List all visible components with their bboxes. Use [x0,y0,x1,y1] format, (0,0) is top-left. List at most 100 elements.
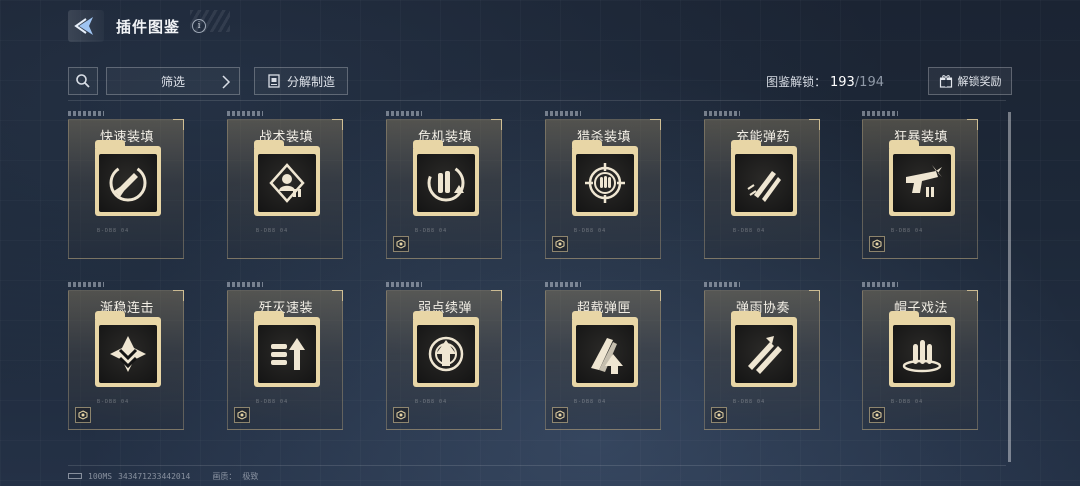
plugin-card[interactable]: 歼灭速装 B-DB8 04 [227,282,345,442]
crosshair-ammo-icon [576,154,634,212]
rank-badge-icon [869,407,885,423]
plugin-card[interactable]: 狂暴装填 B-DB8 04 [862,111,980,271]
card-frame: 超载弹匣 B-DB8 04 [545,290,661,430]
unlock-total: 194 [859,75,884,90]
toolbar: 筛选 分解制造 图鉴解锁： 193/194 解锁奖励 [68,67,1012,95]
chevron-right-icon [222,75,231,89]
plugin-name: 弹雨协奏 [735,301,790,316]
card-frame: 猎杀装填 B-DB8 04 [545,119,661,259]
rank-badge-icon [75,407,91,423]
scrollbar[interactable] [1008,112,1011,462]
plugin-card[interactable]: 帽子戏法 B-DB8 04 [862,282,980,442]
hat-trick-bullets-icon [893,325,951,383]
plugin-card[interactable]: 超载弹匣 B-DB8 04 [545,282,663,442]
plugin-card[interactable]: 危机装填 B-DB8 04 [386,111,504,271]
plugin-folder [95,140,161,216]
card-frame: 弹雨协奏 B-DB8 04 [704,290,820,430]
card-serial-decoration: B-DB8 04 [574,228,607,234]
unlock-reward-button[interactable]: 解锁奖励 [928,67,1012,95]
plugin-folder [889,140,955,216]
plugin-card[interactable]: 渐稳连击 B-DB8 04 [68,282,186,442]
card-serial-decoration: B-DB8 04 [891,399,924,405]
card-serial-decoration: B-DB8 04 [97,228,130,234]
card-frame: 帽子戏法 B-DB8 04 [862,290,978,430]
plugin-folder [572,311,638,387]
steady-combo-icon [99,325,157,383]
unlock-current: 193 [829,75,855,90]
card-frame: 快速装填 B-DB8 04 [68,119,184,259]
plugin-card[interactable]: 战术装填 B-DB8 04 [227,111,345,271]
card-frame: 战术装填 B-DB8 04 [227,119,343,259]
card-tag-decoration [386,111,422,116]
card-tag-decoration [704,111,740,116]
card-tag-decoration [862,111,898,116]
unlock-progress: 图鉴解锁： 193/194 [766,73,884,90]
page-header: 插件图鉴 i [68,10,207,42]
card-serial-decoration: B-DB8 04 [256,228,289,234]
card-tag-decoration [386,282,422,287]
card-serial-decoration: B-DB8 04 [574,399,607,405]
card-frame: 狂暴装填 B-DB8 04 [862,119,978,259]
weakpoint-target-icon [417,325,475,383]
plugin-name: 弱点续弹 [417,301,472,316]
card-tag-decoration [862,282,898,287]
plugin-card[interactable]: 弹雨协奏 B-DB8 04 [704,282,822,442]
rank-badge-icon [552,407,568,423]
unlock-label: 图鉴解锁： [766,75,827,89]
annihilate-bullets-icon [258,325,316,383]
rank-badge-icon [393,407,409,423]
plugin-name: 渐稳连击 [99,301,154,316]
plugin-name: 狂暴装填 [893,130,948,145]
rank-badge-icon [393,236,409,252]
plugin-folder [731,140,797,216]
rocket-reload-icon [99,154,157,212]
header-decoration [190,10,230,32]
plugin-name: 危机装填 [417,130,472,145]
quality-label: 画质： [212,471,237,481]
charged-bullets-icon [735,154,793,212]
back-button[interactable] [68,10,104,42]
scrollbar-thumb[interactable] [1008,112,1011,462]
plugin-card[interactable]: 快速装填 B-DB8 04 [68,111,186,271]
rank-badge-icon [869,236,885,252]
card-tag-decoration [545,111,581,116]
decompose-button[interactable]: 分解制造 [254,67,348,95]
reward-label: 解锁奖励 [957,75,1002,88]
plugin-name: 超载弹匣 [576,301,631,316]
quality-value: 极致 [242,471,259,481]
card-tag-decoration [227,111,263,116]
plugin-folder [254,311,320,387]
plugin-folder [95,311,161,387]
card-frame: 危机装填 B-DB8 04 [386,119,502,259]
plugin-card[interactable]: 弱点续弹 B-DB8 04 [386,282,504,442]
search-icon [76,74,90,88]
card-serial-decoration: B-DB8 04 [891,228,924,234]
filter-button[interactable]: 筛选 [106,67,240,95]
plugin-name: 快速装填 [99,130,154,145]
plugin-name: 帽子戏法 [893,301,948,316]
rank-badge-icon [552,236,568,252]
plugin-card[interactable]: 充能弹药 B-DB8 04 [704,111,822,271]
status-footer: 100MS 343471233442014 画质： 极致 [68,470,258,482]
ping-value: 100MS [88,471,113,481]
plugin-folder [254,140,320,216]
gift-icon [939,75,952,88]
page-title: 插件图鉴 [116,17,181,36]
card-serial-decoration: B-DB8 04 [415,399,448,405]
card-serial-decoration: B-DB8 04 [97,399,130,405]
search-button[interactable] [68,67,98,95]
card-frame: 渐稳连击 B-DB8 04 [68,290,184,430]
crisis-ammo-icon [417,154,475,212]
card-serial-decoration: B-DB8 04 [733,399,766,405]
battery-icon [68,473,82,479]
decompose-icon [268,74,280,88]
card-serial-decoration: B-DB8 04 [733,228,766,234]
decompose-label: 分解制造 [286,74,335,89]
player-uid: 343471233442014 [118,471,191,481]
bullet-rain-icon [735,325,793,383]
rank-badge-icon [234,407,250,423]
card-serial-decoration: B-DB8 04 [415,228,448,234]
filter-label: 筛选 [160,74,185,89]
plugin-folder [731,311,797,387]
plugin-card[interactable]: 猎杀装填 B-DB8 04 [545,111,663,271]
